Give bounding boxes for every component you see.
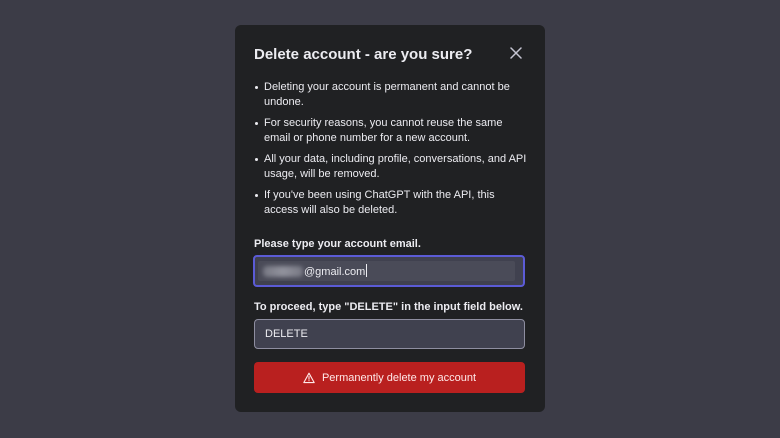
warning-item: If you've been using ChatGPT with the AP… xyxy=(254,188,529,218)
permanently-delete-button-label: Permanently delete my account xyxy=(321,371,477,384)
text-cursor xyxy=(366,264,368,277)
delete-confirm-label: To proceed, type "DELETE" in the input f… xyxy=(254,301,523,313)
warning-item: All your data, including profile, conver… xyxy=(254,152,529,182)
delete-account-dialog: Delete account - are you sure? Deleting … xyxy=(235,25,545,412)
warning-icon xyxy=(303,372,315,384)
dialog-title: Delete account - are you sure? xyxy=(254,46,473,63)
close-button[interactable] xyxy=(507,44,525,62)
warning-list: Deleting your account is permanent and c… xyxy=(254,80,529,224)
email-field[interactable]: @gmail.com xyxy=(253,255,525,287)
permanently-delete-button[interactable]: Permanently delete my account xyxy=(254,362,525,393)
email-username-redacted xyxy=(263,266,303,277)
email-field-value: @gmail.com xyxy=(304,264,368,278)
email-field-label: Please type your account email. xyxy=(254,238,421,250)
close-icon xyxy=(510,47,522,59)
delete-confirm-input[interactable] xyxy=(254,319,525,349)
warning-item: Deleting your account is permanent and c… xyxy=(254,80,529,110)
warning-item: For security reasons, you cannot reuse t… xyxy=(254,116,529,146)
